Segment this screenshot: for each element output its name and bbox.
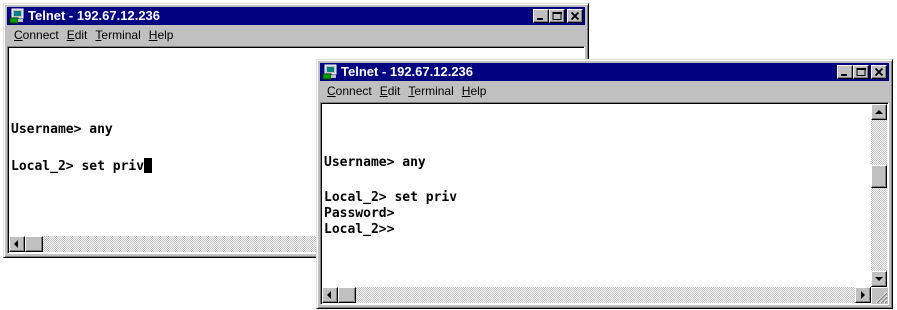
menu-terminal[interactable]: Terminal (91, 26, 144, 45)
title-bar[interactable]: Telnet - 192.67.12.236 (320, 63, 889, 81)
resize-grip[interactable] (872, 288, 888, 304)
arrow-right-icon (861, 291, 865, 299)
maximize-icon (552, 12, 562, 20)
scroll-thumb[interactable] (25, 236, 43, 252)
terminal-line: Password> (324, 206, 395, 221)
terminal-line: Username> any (11, 122, 113, 137)
terminal-area[interactable]: Username> any Local_2> set priv Password… (320, 102, 889, 305)
scroll-right-button[interactable] (855, 287, 871, 303)
menu-help[interactable]: Help (145, 26, 178, 45)
menu-bar: Connect Edit Terminal Help (320, 82, 889, 101)
terminal-line: Local_2>> (324, 222, 395, 237)
scroll-left-button[interactable] (322, 287, 338, 303)
close-icon (570, 11, 580, 21)
minimize-icon (537, 18, 543, 20)
minimize-button[interactable] (837, 65, 853, 79)
maximize-icon (856, 68, 866, 76)
arrow-left-icon (327, 291, 331, 299)
arrow-down-icon (875, 277, 883, 281)
menu-connect[interactable]: Connect (323, 82, 376, 101)
arrow-up-icon (875, 110, 883, 114)
menu-bar: Connect Edit Terminal Help (7, 26, 585, 45)
title-bar[interactable]: Telnet - 192.67.12.236 (7, 7, 585, 25)
resize-grip-icon (875, 291, 888, 304)
terminal-line: Username> any (324, 155, 426, 170)
close-button[interactable] (567, 9, 583, 23)
terminal-line: Local_2> set priv (11, 158, 153, 175)
telnet-app-icon (9, 8, 24, 24)
horizontal-scrollbar[interactable] (322, 287, 871, 303)
terminal-line: Local_2> set priv (324, 190, 458, 205)
menu-edit[interactable]: Edit (376, 82, 405, 101)
telnet-window-front[interactable]: Telnet - 192.67.12.236 Connect Edit Termin… (316, 59, 893, 309)
close-icon (874, 67, 884, 77)
window-title: Telnet - 192.67.12.236 (28, 8, 161, 23)
minimize-icon (841, 74, 847, 76)
menu-help[interactable]: Help (458, 82, 491, 101)
menu-connect[interactable]: Connect (10, 26, 63, 45)
telnet-app-icon (322, 64, 337, 80)
close-button[interactable] (871, 65, 887, 79)
menu-edit[interactable]: Edit (63, 26, 92, 45)
menu-terminal[interactable]: Terminal (404, 82, 457, 101)
scroll-down-button[interactable] (871, 271, 887, 287)
window-title: Telnet - 192.67.12.236 (341, 64, 474, 79)
scroll-left-button[interactable] (9, 236, 25, 252)
maximize-button[interactable] (549, 9, 565, 23)
scroll-up-button[interactable] (871, 104, 887, 120)
minimize-button[interactable] (533, 9, 549, 23)
maximize-button[interactable] (853, 65, 869, 79)
arrow-left-icon (14, 240, 18, 248)
vertical-scroll-thumb[interactable] (871, 165, 887, 188)
scroll-thumb[interactable] (338, 287, 356, 303)
vertical-scrollbar[interactable] (871, 104, 887, 287)
text-cursor (144, 158, 153, 173)
